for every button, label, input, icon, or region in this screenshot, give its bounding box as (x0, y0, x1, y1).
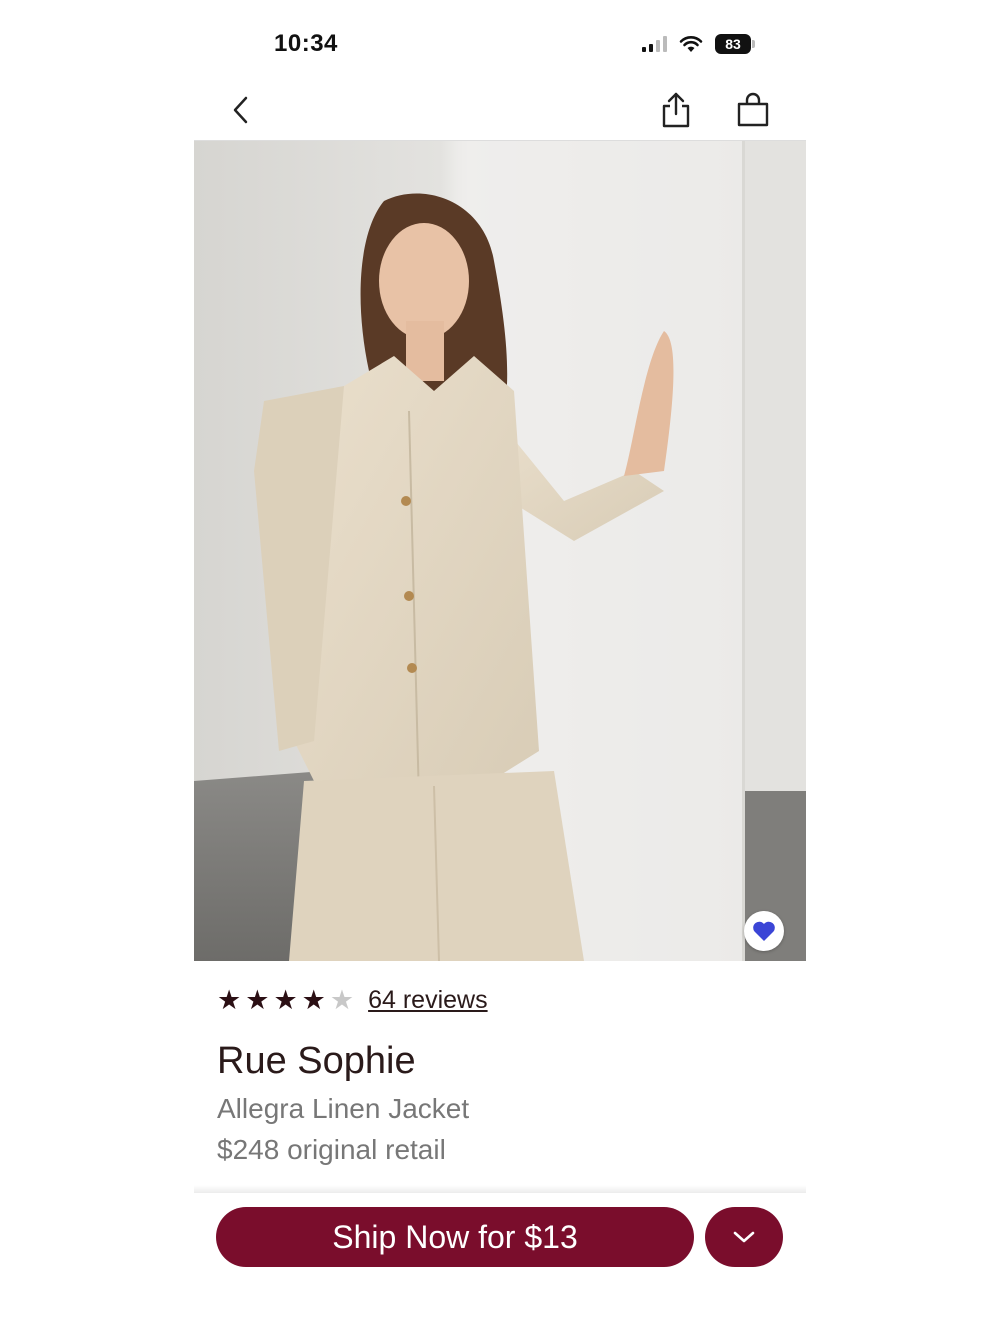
more-options-button[interactable] (705, 1207, 783, 1267)
star-empty-icon: ★ (329, 985, 355, 1015)
chevron-down-icon (733, 1231, 755, 1243)
product-photo[interactable] (194, 141, 742, 961)
shopping-bag-icon[interactable] (734, 92, 772, 128)
brand-name: Rue Sophie (217, 1040, 416, 1082)
product-name: Allegra Linen Jacket (217, 1093, 470, 1124)
reviews-link[interactable]: 64 reviews (368, 986, 488, 1015)
favorite-button[interactable] (744, 911, 784, 951)
phone-screen: 10:34 83 ★ ★ ★ ★ ★ 64 reviews Rue Sophie… (194, 0, 806, 1329)
cellular-signal-icon (642, 36, 667, 52)
star-filled-icon: ★ (217, 985, 242, 1015)
wifi-icon (679, 36, 703, 52)
star-filled-icon: ★ (301, 985, 326, 1015)
price: $248 original retail (217, 1134, 446, 1165)
star-filled-icon: ★ (273, 985, 298, 1015)
chevron-left-icon[interactable] (226, 92, 256, 128)
ship-now-button[interactable]: Ship Now for $13 (216, 1207, 694, 1267)
battery-indicator: 83 (715, 34, 755, 54)
product-image-gallery[interactable] (194, 141, 806, 961)
rating: ★ ★ ★ ★ ★ 64 reviews (217, 985, 488, 1015)
divider (194, 1185, 806, 1193)
status-time: 10:34 (274, 30, 338, 57)
share-icon[interactable] (658, 90, 694, 130)
status-icons: 83 (642, 33, 755, 55)
heart-icon (753, 921, 775, 941)
nav-bar (194, 82, 806, 141)
star-filled-icon: ★ (245, 985, 270, 1015)
next-product-photo[interactable] (745, 141, 806, 961)
